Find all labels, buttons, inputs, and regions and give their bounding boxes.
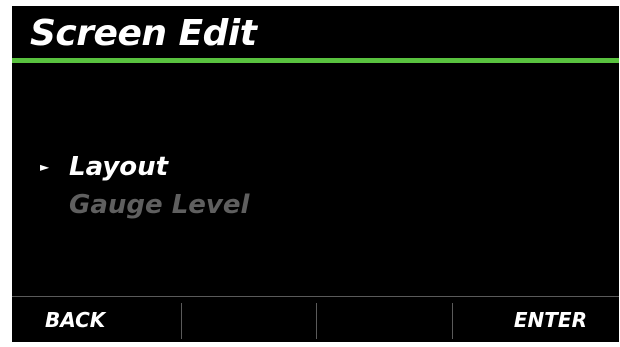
selection-pointer-icon: ► xyxy=(40,160,50,174)
screen: Screen Edit ► Layout Gauge Level BACK EN… xyxy=(12,6,619,342)
menu-item-label: Gauge Level xyxy=(69,190,250,220)
page-title: Screen Edit xyxy=(30,13,257,54)
softkey-2[interactable] xyxy=(180,297,317,342)
display-bezel: Screen Edit ► Layout Gauge Level BACK EN… xyxy=(0,0,620,347)
softkey-bar: BACK ENTER xyxy=(12,296,619,342)
softkey-3[interactable] xyxy=(316,297,452,342)
back-button[interactable]: BACK xyxy=(12,297,181,342)
menu-item-label: Layout xyxy=(69,152,169,182)
enter-button[interactable]: ENTER xyxy=(451,297,620,342)
header-accent-rule xyxy=(12,58,619,63)
